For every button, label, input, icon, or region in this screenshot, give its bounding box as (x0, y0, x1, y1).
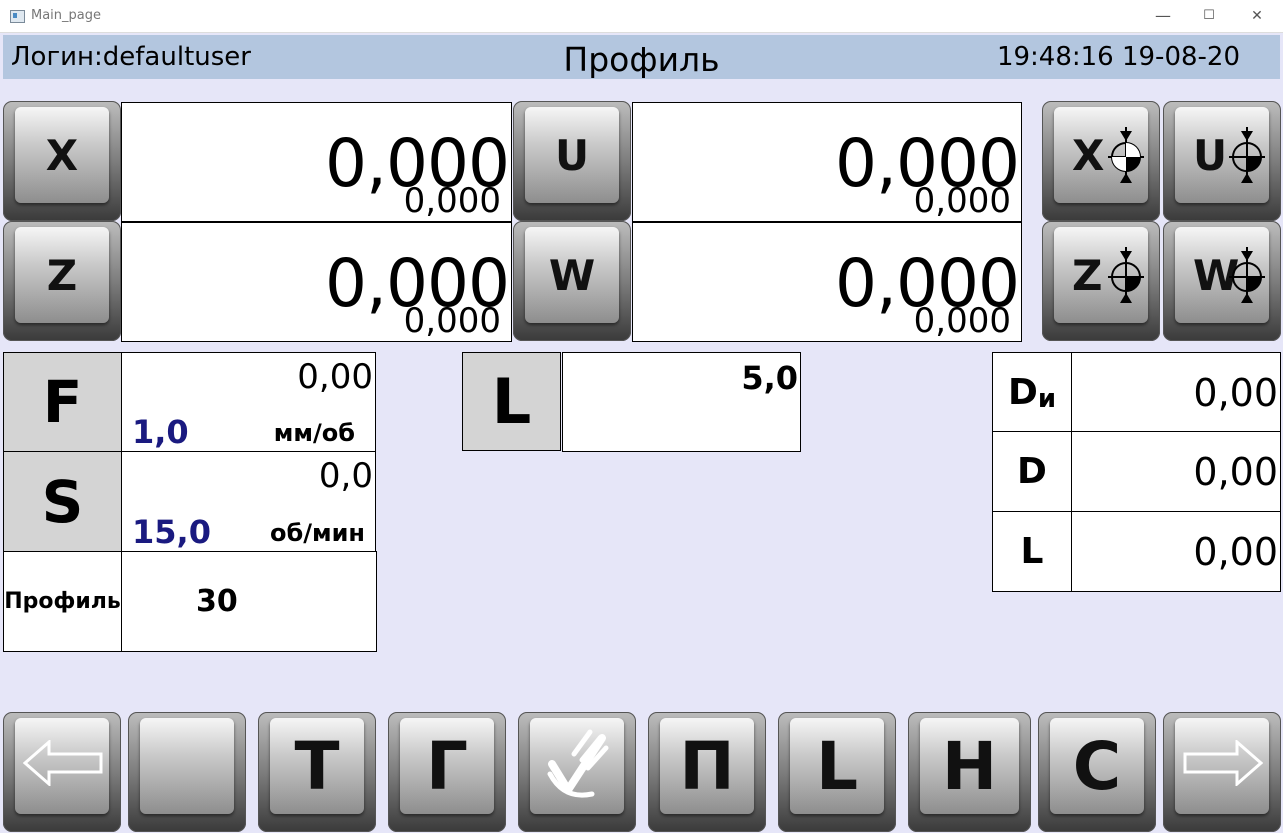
speed-display: 0,0 15,0 об/мин (121, 451, 376, 552)
axis-z-button[interactable]: Z (3, 221, 121, 341)
l-button[interactable]: L (778, 712, 896, 832)
maximize-button[interactable]: ☐ (1186, 0, 1232, 32)
t-button[interactable]: Т (258, 712, 376, 832)
axis-u-button[interactable]: U (513, 101, 631, 221)
axis-u-label: U (554, 130, 590, 180)
axis-z-label: Z (46, 250, 78, 300)
axis-u-display: 0,000 0,000 (632, 102, 1022, 222)
info-value-di: 0,00 (1071, 352, 1281, 432)
n-button[interactable]: Н (908, 712, 1031, 832)
feed-display: 0,00 1,0 мм/об (121, 352, 376, 452)
feed-unit: мм/об (273, 419, 355, 447)
axis-x-subvalue: 0,000 (403, 181, 501, 221)
g-button[interactable]: Г (388, 712, 506, 832)
feed-set-value[interactable]: 1,0 (132, 413, 189, 451)
blank-button[interactable] (128, 712, 246, 832)
info-label-l: L (992, 511, 1072, 592)
datetime-label: 19:48:16 19-08-20 (996, 42, 1240, 72)
crosshair-icon (1108, 247, 1144, 303)
axis-x-label: X (45, 130, 79, 180)
prev-button[interactable] (3, 712, 121, 832)
axis-u-subvalue: 0,000 (913, 181, 1011, 221)
axis-w-subvalue: 0,000 (913, 301, 1011, 341)
feed-label-button[interactable]: F (3, 352, 122, 452)
left-arrow-icon (23, 740, 103, 786)
crosshair-icon (1229, 247, 1265, 303)
axis-x-display: 0,000 0,000 (121, 102, 512, 222)
login-label: Логин:defaultuser (11, 42, 251, 72)
minimize-button[interactable]: — (1140, 0, 1186, 32)
right-arrow-icon (1183, 740, 1263, 786)
info-label-di: Dи (992, 352, 1072, 432)
zero-x-button[interactable]: X (1042, 101, 1160, 221)
length-value: 5,0 (741, 359, 798, 397)
speed-actual-value: 0,0 (318, 456, 373, 496)
info-value-l: 0,00 (1071, 511, 1281, 592)
axis-z-subvalue: 0,000 (403, 301, 501, 341)
manual-button[interactable] (518, 712, 636, 832)
axis-w-label: W (548, 250, 596, 300)
speed-label-button[interactable]: S (3, 451, 122, 552)
info-label-d: D (992, 431, 1072, 512)
speed-set-value[interactable]: 15,0 (132, 513, 211, 551)
profile-value: 30 (196, 584, 238, 619)
window-title: Main_page (31, 8, 102, 23)
crosshair-icon (1229, 127, 1265, 183)
axis-x-button[interactable]: X (3, 101, 121, 221)
header-bar: Профиль Логин:defaultuser 19:48:16 19-08… (3, 35, 1280, 79)
feed-actual-value: 0,00 (297, 357, 373, 397)
s-button[interactable]: С (1038, 712, 1156, 832)
profile-label: Профиль (3, 551, 122, 652)
length-label-button[interactable]: L (462, 352, 561, 451)
p-button[interactable]: П (648, 712, 766, 832)
hand-check-icon (547, 729, 609, 798)
length-display[interactable]: 5,0 (562, 352, 801, 452)
zero-u-button[interactable]: U (1163, 101, 1281, 221)
zero-w-button[interactable]: W (1163, 221, 1281, 341)
speed-unit: об/мин (269, 519, 365, 547)
info-value-d: 0,00 (1071, 431, 1281, 512)
window-titlebar: Main_page — ☐ ✕ (0, 0, 1283, 33)
close-button[interactable]: ✕ (1234, 0, 1280, 32)
axis-w-display: 0,000 0,000 (632, 222, 1022, 342)
next-button[interactable] (1163, 712, 1281, 832)
zero-z-button[interactable]: Z (1042, 221, 1160, 341)
profile-display[interactable]: 30 (121, 551, 377, 652)
app-icon (10, 10, 25, 23)
axis-z-display: 0,000 0,000 (121, 222, 512, 342)
crosshair-icon (1108, 127, 1144, 183)
axis-w-button[interactable]: W (513, 221, 631, 341)
